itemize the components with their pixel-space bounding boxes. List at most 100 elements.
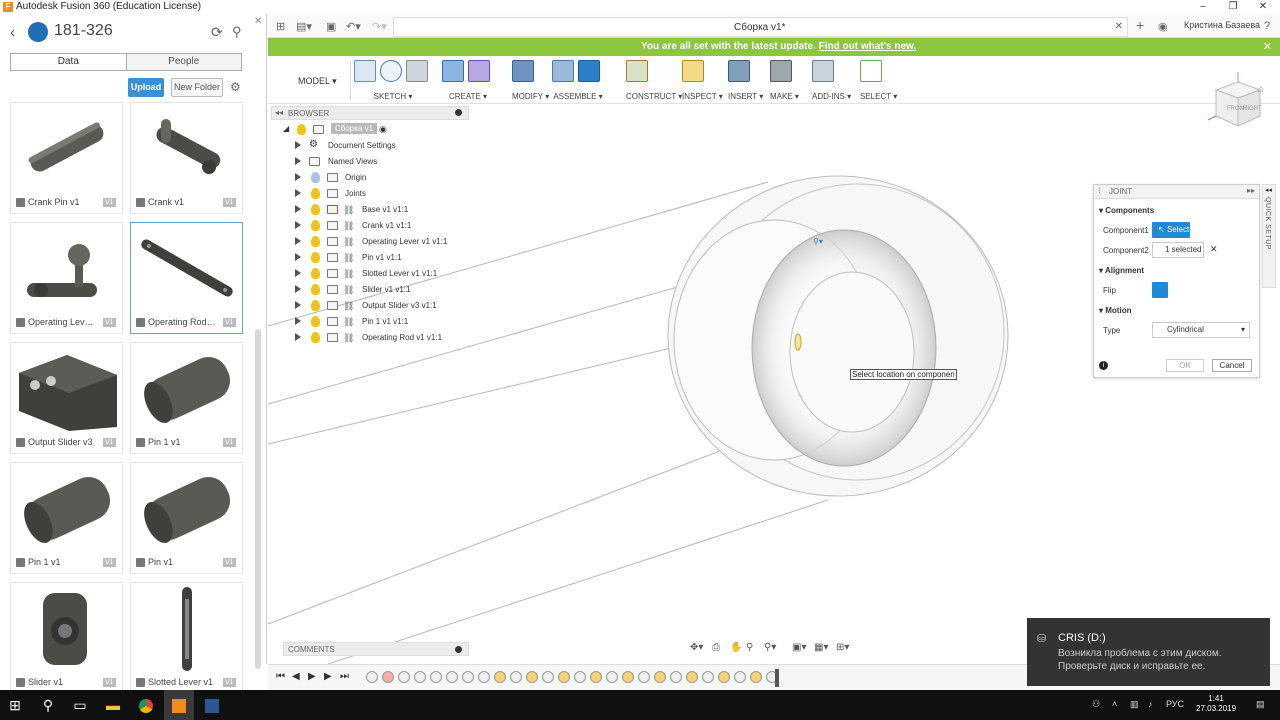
document-tab[interactable]: Сборка v1* ✕ — [393, 17, 1128, 37]
expand-icon[interactable] — [295, 157, 301, 165]
browser-root[interactable]: ◢ Сборка v1 ◉ — [271, 122, 469, 138]
timeline-feature-icon[interactable] — [366, 671, 378, 683]
file-card[interactable]: Operating Rod v1 V1 — [130, 222, 243, 334]
file-card[interactable]: Operating Lever ... V1 — [10, 222, 123, 334]
orbit-icon[interactable]: ✥▾ — [690, 642, 703, 653]
file-card[interactable]: Crank Pin v1 V1 — [10, 102, 123, 214]
tree-row[interactable]: ⛓ Slider v1 v1:1 — [271, 282, 469, 298]
file-card[interactable]: Output Slider v3 V1 — [10, 342, 123, 454]
fusion-taskbar-icon[interactable] — [164, 690, 194, 720]
radio-icon[interactable]: ◉ — [379, 124, 387, 135]
add-ins-group[interactable]: ADD-INS ▾ — [812, 60, 851, 104]
minimize-button[interactable]: – — [1188, 0, 1218, 14]
close-tab-icon[interactable]: ✕ — [1115, 21, 1123, 32]
clock[interactable]: 1:41 27.03.2019 — [1196, 694, 1236, 714]
tree-row[interactable]: ⛓ Slotted Lever v1 v1:1 — [271, 266, 469, 282]
expand-icon[interactable] — [295, 285, 301, 293]
people-icon[interactable]: ⚇ — [1092, 699, 1100, 710]
pan-icon[interactable]: ✋ — [730, 642, 742, 653]
user-name[interactable]: Кристина Базаева — [1184, 20, 1260, 30]
file-menu-icon[interactable]: ▤▾ — [296, 20, 312, 33]
timeline-feature-icon[interactable] — [398, 671, 410, 683]
timeline-marker[interactable] — [775, 669, 779, 687]
pin-icon[interactable] — [455, 109, 462, 116]
form-icon[interactable] — [468, 60, 490, 82]
file-card[interactable]: Pin 1 v1 V1 — [10, 462, 123, 574]
joint-origin-dropdown[interactable]: ⚲▾ — [813, 237, 831, 249]
gear-icon[interactable]: ⚙ — [230, 80, 241, 94]
display-settings-icon[interactable]: ▣▾ — [792, 642, 806, 653]
chrome-icon[interactable] — [131, 690, 161, 720]
expand-icon[interactable] — [295, 189, 301, 197]
timeline-feature-icon[interactable] — [686, 671, 698, 683]
timeline-feature-icon[interactable] — [654, 671, 666, 683]
motion-section[interactable]: ▾ Motion — [1099, 306, 1131, 315]
timeline-feature-icon[interactable] — [558, 671, 570, 683]
collapse-arrow-icon[interactable]: ◂◂ — [1265, 186, 1272, 194]
timeline-feature-icon[interactable] — [430, 671, 442, 683]
motion-type-dropdown[interactable]: Cylindrical ▾ — [1152, 322, 1250, 338]
measure-icon[interactable] — [682, 60, 704, 82]
timeline-feature-icon[interactable] — [574, 671, 586, 683]
tree-row[interactable]: Joints — [271, 186, 469, 202]
language-indicator[interactable]: РУС — [1166, 699, 1184, 709]
whats-new-link[interactable]: Find out what's new. — [819, 41, 917, 52]
refresh-icon[interactable]: ⟳ — [211, 24, 223, 41]
timeline-feature-icon[interactable] — [494, 671, 506, 683]
timeline-feature-icon[interactable] — [750, 671, 762, 683]
info-icon[interactable]: i — [1099, 361, 1108, 370]
expand-icon[interactable] — [295, 269, 301, 277]
tree-row[interactable]: Named Views — [271, 154, 469, 170]
home-view-icon[interactable]: ⌂ — [1258, 84, 1264, 95]
timeline-feature-icon[interactable] — [382, 671, 394, 683]
expand-down-icon[interactable]: ◢ — [283, 124, 289, 133]
expand-icon[interactable] — [295, 173, 301, 181]
create-group[interactable]: CREATE ▾ — [442, 60, 494, 104]
select-group[interactable]: SELECT ▾ — [860, 60, 897, 104]
file-card[interactable]: Crank v1 V1 — [130, 102, 243, 214]
select-icon[interactable] — [860, 60, 882, 82]
timeline-feature-icon[interactable] — [414, 671, 426, 683]
insert-image-icon[interactable] — [728, 60, 750, 82]
network-icon[interactable]: ▥ — [1130, 699, 1139, 710]
close-panel-icon[interactable]: ✕ — [254, 16, 262, 27]
search-icon[interactable]: ⚲ — [33, 690, 63, 720]
tab-people[interactable]: People — [126, 54, 241, 70]
tree-row[interactable]: ⚙ Document Settings — [271, 138, 469, 154]
zoom-icon[interactable]: ⚲ — [746, 642, 753, 653]
assemble-group[interactable]: ASSEMBLE ▾ — [552, 60, 604, 104]
timeline-feature-icon[interactable] — [622, 671, 634, 683]
viewcube[interactable]: FRONT RIGHT — [1200, 70, 1276, 130]
word-icon[interactable] — [197, 690, 227, 720]
job-status-icon[interactable]: ◉ — [1158, 20, 1168, 33]
create-sketch-icon[interactable] — [354, 60, 376, 82]
spline-icon[interactable] — [380, 60, 402, 82]
notification-center-icon[interactable]: ▤ — [1256, 699, 1265, 710]
components-section[interactable]: ▾ Components — [1099, 206, 1154, 215]
extrude-icon[interactable] — [442, 60, 464, 82]
dialog-handle-icon[interactable]: ⁝ — [1098, 186, 1101, 195]
visibility-bulb-icon[interactable] — [311, 236, 320, 247]
inspect-group[interactable]: INSPECT ▾ — [682, 60, 723, 104]
file-explorer-icon[interactable]: ▬ — [98, 690, 128, 720]
visibility-bulb-icon[interactable] — [311, 316, 320, 327]
visibility-bulb-icon[interactable] — [311, 204, 320, 215]
go-to-end-icon[interactable]: ⏭ — [340, 671, 349, 682]
visibility-bulb-icon[interactable] — [311, 268, 320, 279]
visibility-bulb-icon[interactable] — [311, 300, 320, 311]
component1-select-button[interactable]: ↖ Select — [1152, 222, 1190, 238]
collapse-arrow-icon[interactable]: ◂◂ — [275, 108, 283, 117]
go-to-start-icon[interactable]: ⏮ — [276, 671, 285, 682]
search-icon[interactable]: ⚲ — [232, 24, 242, 40]
timeline-feature-icon[interactable] — [590, 671, 602, 683]
quick-setup-tab[interactable]: ◂◂ QUICK SETUP — [1262, 184, 1276, 288]
new-folder-button[interactable]: New Folder — [171, 78, 223, 97]
visibility-bulb-icon[interactable] — [297, 124, 306, 135]
apps-grid-icon[interactable]: ⊞ — [276, 20, 285, 33]
tree-row[interactable]: ⛓ Pin v1 v1:1 — [271, 250, 469, 266]
visibility-bulb-icon[interactable] — [311, 332, 320, 343]
data-panel-scrollbar[interactable] — [255, 329, 261, 669]
visibility-bulb-icon[interactable] — [311, 188, 320, 199]
visibility-bulb-icon[interactable] — [311, 172, 320, 183]
new-component-icon[interactable] — [552, 60, 574, 82]
